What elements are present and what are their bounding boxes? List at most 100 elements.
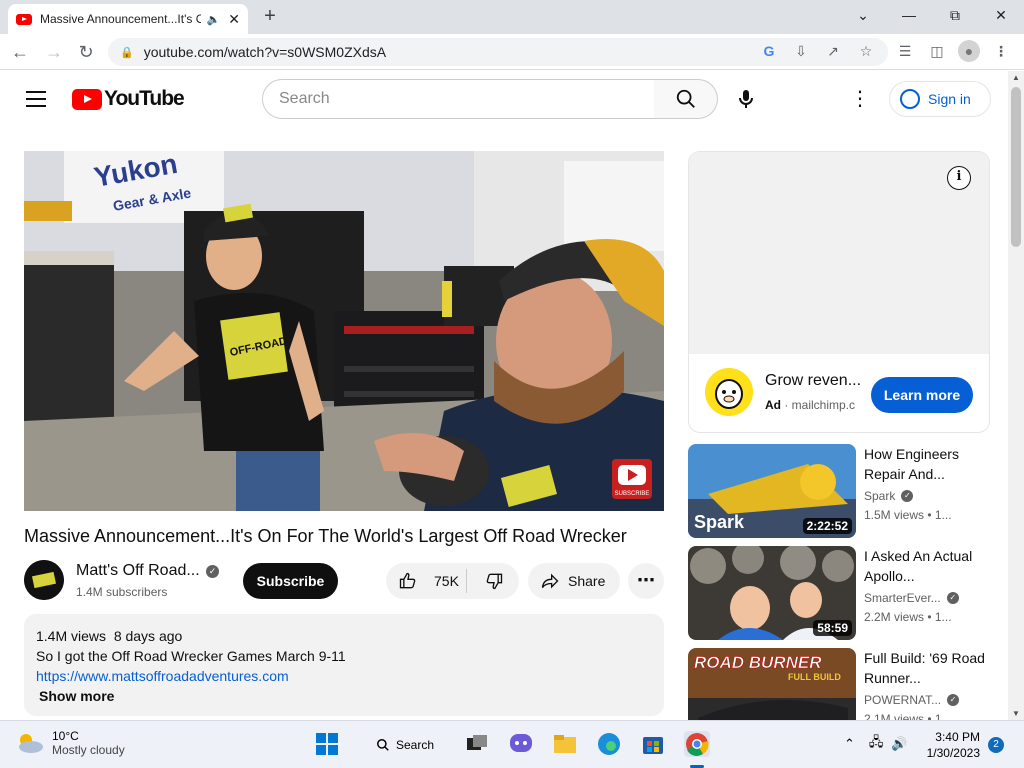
channel-name[interactable]: Matt's Off Road... [76, 562, 200, 580]
scroll-down-icon[interactable]: ▼ [1012, 709, 1020, 718]
like-button[interactable]: 75K [386, 563, 466, 599]
browser-tab[interactable]: Massive Announcement...It's On For The W… [8, 4, 248, 34]
video-player[interactable]: Yukon Gear & Axle OFF-ROAD SUBSCRIBE [24, 151, 664, 511]
view-count: 1.4M views [36, 628, 107, 644]
video-frame: Yukon Gear & Axle OFF-ROAD SUBSCRIBE [24, 151, 664, 511]
description-box[interactable]: 1.4M views 8 days ago So I got the Off R… [24, 614, 664, 716]
dislike-button[interactable] [470, 563, 518, 599]
settings-menu-icon[interactable]: ⋮ [850, 87, 870, 111]
ad-title[interactable]: Grow reven... [765, 372, 861, 390]
media-control-icon[interactable]: ☰ [894, 40, 916, 62]
related-stats: 2.2M views • 1... [864, 610, 952, 624]
lock-icon[interactable]: 🔒 [120, 46, 134, 59]
voice-search-button[interactable] [734, 87, 758, 111]
description-link[interactable]: https://www.mattsoffroadadventures.com [36, 668, 289, 684]
notification-badge[interactable]: 2 [988, 737, 1004, 753]
youtube-favicon-icon [16, 13, 32, 25]
url-text: youtube.com/watch?v=s0WSM0ZXdsA [143, 44, 387, 60]
forward-icon[interactable]: → [42, 40, 66, 64]
related-channel[interactable]: POWERNAT... ✓ [864, 693, 960, 707]
bookmark-star-icon[interactable]: ☆ [855, 40, 877, 62]
tray-chevron-icon[interactable]: ⌃ [844, 736, 855, 752]
audio-playing-icon[interactable]: 🔈 [207, 13, 221, 26]
page-scrollbar[interactable]: ▲ ▼ [1008, 71, 1024, 720]
search-button[interactable] [654, 79, 718, 119]
ad-card[interactable]: i Grow reven... Ad · mailchimp.c Learn m… [688, 151, 990, 433]
related-thumbnail[interactable]: Spark 2:22:52 [688, 444, 856, 538]
microphone-icon [739, 90, 753, 108]
google-lens-icon[interactable]: G [758, 40, 780, 62]
search-input[interactable]: Search [262, 79, 655, 119]
reload-icon[interactable]: ↻ [74, 40, 98, 64]
ad-image[interactable] [689, 152, 989, 354]
side-panel-icon[interactable]: ◫ [926, 40, 948, 62]
show-more-button[interactable]: Show more [36, 686, 652, 706]
verified-check-icon: ✓ [947, 694, 960, 706]
network-icon[interactable]: 🖧 [869, 733, 884, 755]
related-channel[interactable]: Spark ✓ [864, 489, 914, 503]
more-actions-button[interactable]: ⋯ [628, 563, 664, 599]
ad-badge: Ad [765, 398, 781, 412]
learn-more-button[interactable]: Learn more [871, 377, 973, 413]
weather-widget[interactable]: 10°C Mostly cloudy [16, 729, 125, 757]
video-duration: 58:59 [813, 620, 852, 636]
channel-avatar[interactable] [24, 560, 64, 600]
scrollbar-thumb[interactable] [1011, 87, 1021, 247]
chrome-icon[interactable] [684, 731, 710, 757]
youtube-logo[interactable]: YouTube [72, 87, 185, 111]
svg-text:FULL BUILD: FULL BUILD [788, 672, 841, 682]
subscribe-watermark: SUBSCRIBE [612, 459, 652, 499]
windows-start-icon[interactable] [314, 731, 340, 757]
cloud-sun-icon [19, 734, 43, 753]
sign-in-label: Sign in [928, 91, 971, 107]
browser-menu-icon[interactable]: ⋮ [990, 40, 1012, 62]
taskbar-search[interactable]: Search [366, 731, 444, 759]
related-video[interactable]: 58:59 I Asked An Actual Apollo... Smarte… [688, 546, 1008, 642]
close-window-button[interactable]: ✕ [989, 4, 1013, 26]
related-channel[interactable]: SmarterEver... ✓ [864, 591, 959, 605]
close-tab-icon[interactable]: ✕ [228, 11, 240, 28]
verified-check-icon: ✓ [946, 592, 959, 604]
upload-age: 8 days ago [113, 628, 183, 644]
weather-condition: Mostly cloudy [52, 743, 125, 757]
related-title[interactable]: I Asked An Actual Apollo... [864, 546, 989, 586]
clock-date: 1/30/2023 [926, 746, 980, 760]
browser-tab-bar: Massive Announcement...It's On For The W… [0, 0, 1024, 34]
new-tab-button[interactable]: + [258, 5, 282, 28]
video-duration: 2:22:52 [802, 518, 852, 534]
back-icon[interactable]: ← [8, 40, 32, 64]
related-title[interactable]: How Engineers Repair And... [864, 444, 989, 484]
share-button[interactable]: Share [528, 563, 620, 599]
thumbs-down-icon [486, 573, 503, 590]
chat-icon[interactable] [508, 731, 534, 757]
edge-icon[interactable] [596, 731, 622, 757]
minimize-button[interactable]: — [897, 4, 921, 26]
related-stats: 1.5M views • 1... [864, 508, 952, 522]
volume-icon[interactable]: 🔊 [891, 736, 907, 752]
profile-icon[interactable]: ● [958, 40, 980, 62]
ad-source: Ad · mailchimp.c [765, 398, 856, 412]
taskbar: 10°C Mostly cloudy Search ⌃ 🖧 🔊 3:40 PM … [0, 720, 1024, 768]
task-view-icon[interactable] [464, 731, 490, 757]
install-app-icon[interactable]: ⇩ [790, 40, 812, 62]
youtube-play-icon [72, 88, 102, 110]
hamburger-menu-icon[interactable] [26, 91, 46, 107]
related-thumbnail[interactable]: 58:59 [688, 546, 856, 640]
tab-title: Massive Announcement...It's On For The W… [40, 12, 201, 26]
sign-in-button[interactable]: Sign in [889, 81, 991, 117]
description-line: So I got the Off Road Wrecker Games Marc… [36, 648, 346, 664]
svg-text:ROAD BURNER: ROAD BURNER [694, 653, 822, 672]
related-video[interactable]: Spark 2:22:52 How Engineers Repair And..… [688, 444, 1008, 540]
tab-search-icon[interactable]: ⌄ [851, 4, 875, 26]
subscriber-count: 1.4M subscribers [76, 585, 168, 599]
scroll-up-icon[interactable]: ▲ [1012, 73, 1020, 82]
maximize-button[interactable]: ⧉ [943, 4, 967, 26]
microsoft-store-icon[interactable] [640, 731, 666, 757]
system-tray[interactable]: ⌃ 🖧 🔊 [844, 733, 908, 755]
ad-info-icon[interactable]: i [947, 166, 971, 190]
file-explorer-icon[interactable] [552, 731, 578, 757]
system-clock[interactable]: 3:40 PM 1/30/2023 [920, 729, 980, 761]
related-title[interactable]: Full Build: '69 Road Runner... [864, 648, 989, 688]
subscribe-button[interactable]: Subscribe [243, 563, 338, 599]
share-page-icon[interactable]: ↗ [822, 40, 844, 62]
